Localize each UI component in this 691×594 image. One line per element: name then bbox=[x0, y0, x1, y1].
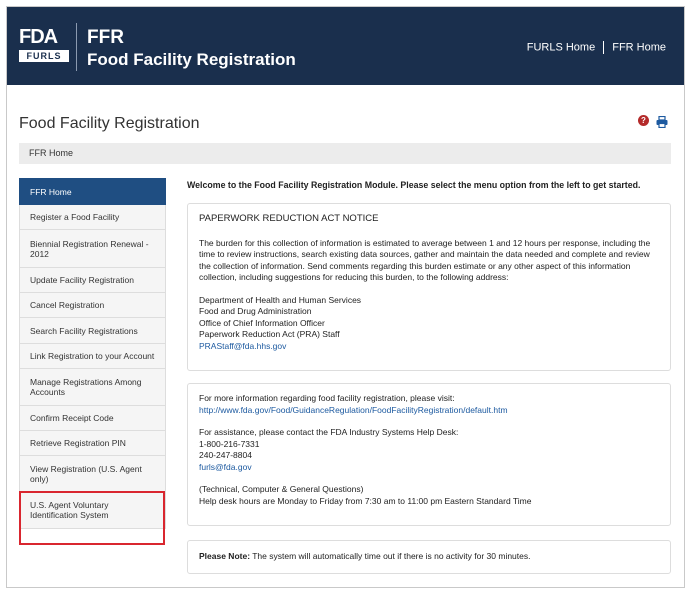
address-line: Office of Chief Information Officer bbox=[199, 317, 325, 328]
sidebar-item-register-facility[interactable]: Register a Food Facility bbox=[19, 205, 166, 230]
highlight-box bbox=[19, 491, 165, 545]
page-title: Food Facility Registration bbox=[19, 115, 200, 132]
sidebar-item-label: Link Registration to your Account bbox=[30, 351, 155, 361]
help-info-panel: For more information regarding food faci… bbox=[187, 383, 671, 526]
furls-email-link[interactable]: furls@fda.gov bbox=[199, 462, 659, 474]
app-title: Food Facility Registration bbox=[87, 50, 296, 69]
breadcrumb: FFR Home bbox=[19, 143, 671, 164]
help-hours-text: Help desk hours are Monday to Friday fro… bbox=[199, 495, 532, 506]
logo-divider bbox=[76, 23, 77, 71]
address-line: Paperwork Reduction Act (PRA) Staff bbox=[199, 329, 340, 339]
sidebar-item-search-registrations[interactable]: Search Facility Registrations bbox=[19, 318, 166, 344]
sidebar-item-ffr-home[interactable]: FFR Home bbox=[19, 178, 166, 205]
nav-link-furls-home[interactable]: FURLS Home bbox=[527, 41, 595, 53]
help-icon[interactable]: ? bbox=[638, 115, 649, 126]
sidebar-item-link-registration[interactable]: Link Registration to your Account bbox=[19, 344, 166, 369]
timeout-note-text: The system will automatically time out i… bbox=[250, 551, 531, 561]
logo-furls-text: FURLS bbox=[19, 50, 69, 62]
nav-link-ffr-home[interactable]: FFR Home bbox=[612, 41, 666, 53]
phone-number: 240-247-8804 bbox=[199, 450, 252, 460]
timeout-note-panel: Please Note: The system will automatical… bbox=[187, 540, 671, 574]
sidebar-item-label: Manage Registrations Among Accounts bbox=[30, 377, 142, 397]
sidebar-nav: FFR Home Register a Food Facility Bienni… bbox=[19, 178, 166, 529]
paperwork-notice-body: The burden for this collection of inform… bbox=[199, 237, 651, 283]
sidebar-item-label: Search Facility Registrations bbox=[30, 325, 138, 336]
fda-furls-logo[interactable]: FDA FURLS bbox=[19, 26, 69, 62]
sidebar-item-view-registration[interactable]: View Registration (U.S. Agent only) bbox=[19, 456, 166, 492]
address-line: Department of Health and Human Services bbox=[199, 294, 362, 305]
sidebar-item-label: Biennial Registration Renewal - 2012 bbox=[30, 238, 149, 259]
help-topics-text: (Technical, Computer & General Questions… bbox=[199, 484, 364, 494]
sidebar-item-update-registration[interactable]: Update Facility Registration bbox=[19, 268, 166, 293]
sidebar-item-manage-registrations[interactable]: Manage Registrations Among Accounts bbox=[19, 369, 166, 406]
timeout-note: Please Note: The system will automatical… bbox=[199, 551, 659, 563]
phone-number: 1-800-216-7331 bbox=[199, 438, 260, 449]
sidebar-item-cancel-registration[interactable]: Cancel Registration bbox=[19, 293, 166, 318]
timeout-note-label: Please Note: bbox=[199, 551, 251, 561]
address-line: Food and Drug Administration bbox=[199, 306, 312, 316]
nav-divider bbox=[603, 41, 605, 54]
site-header: FDA FURLS FFR Food Facility Registration… bbox=[7, 7, 684, 85]
sidebar-item-label: Cancel Registration bbox=[30, 300, 105, 310]
print-icon-graphic bbox=[656, 115, 668, 129]
sidebar-item-label: Confirm Receipt Code bbox=[30, 413, 114, 423]
ffr-guidance-link[interactable]: http://www.fda.gov/Food/GuidanceRegulati… bbox=[199, 405, 659, 417]
more-info-text: For more information regarding food faci… bbox=[199, 393, 455, 403]
breadcrumb-ffr-home[interactable]: FFR Home bbox=[29, 148, 73, 158]
paperwork-notice-title: PAPERWORK REDUCTION ACT NOTICE bbox=[199, 213, 379, 224]
sidebar-item-confirm-receipt[interactable]: Confirm Receipt Code bbox=[19, 406, 166, 431]
sidebar-item-retrieve-pin[interactable]: Retrieve Registration PIN bbox=[19, 431, 166, 456]
top-nav: FURLS Home FFR Home bbox=[527, 41, 666, 54]
print-icon[interactable] bbox=[656, 115, 668, 133]
sidebar-item-label: Retrieve Registration PIN bbox=[30, 438, 126, 448]
app-abbreviation: FFR bbox=[87, 27, 124, 48]
logo-fda-text: FDA bbox=[19, 26, 58, 48]
paperwork-notice-panel: PAPERWORK REDUCTION ACT NOTICE The burde… bbox=[187, 203, 671, 371]
sidebar-item-label: Update Facility Registration bbox=[30, 275, 134, 285]
sidebar-item-label: View Registration (U.S. Agent only) bbox=[30, 463, 142, 484]
sidebar-item-label: FFR Home bbox=[30, 186, 72, 197]
welcome-message: Welcome to the Food Facility Registratio… bbox=[187, 180, 641, 190]
pra-email-link[interactable]: PRAStaff@fda.hhs.gov bbox=[199, 341, 659, 353]
sidebar-item-label: Register a Food Facility bbox=[30, 212, 120, 222]
assistance-text: For assistance, please contact the FDA I… bbox=[199, 427, 459, 437]
sidebar-item-biennial-renewal[interactable]: Biennial Registration Renewal - 2012 bbox=[19, 230, 166, 268]
page-frame: FDA FURLS FFR Food Facility Registration… bbox=[6, 6, 685, 588]
